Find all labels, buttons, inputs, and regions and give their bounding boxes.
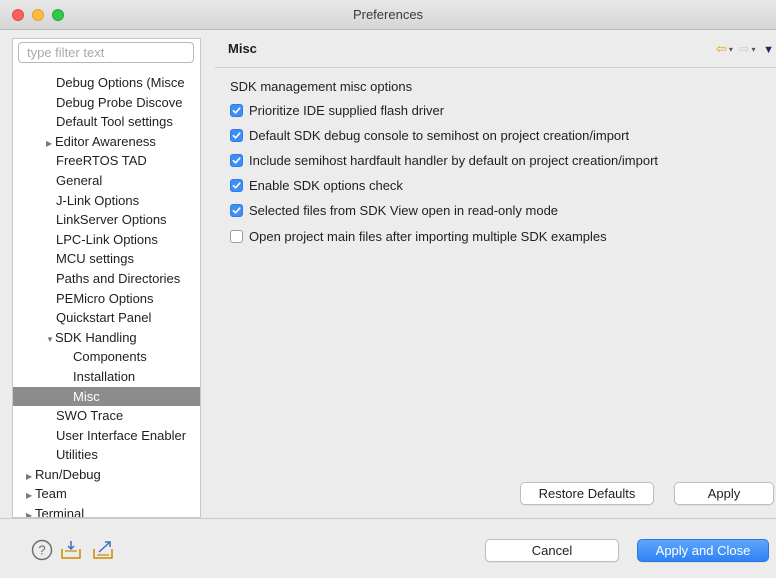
page-title: Misc [228, 41, 257, 56]
apply-and-close-button[interactable]: Apply and Close [637, 539, 769, 562]
tree-item-j-link-options[interactable]: J-Link Options [13, 191, 200, 211]
preference-tree-panel: Debug Options (Misce Debug Probe Discove D… [12, 38, 201, 518]
option-checkbox[interactable] [230, 179, 243, 193]
dialog-footer: ? Cancel Apply and Close [0, 518, 776, 578]
tree-item-linkserver-options[interactable]: LinkServer Options [13, 210, 200, 230]
preferences-window: Preferences Debug Options (Misce Debug Pr… [0, 0, 776, 578]
tree-item-default-tool-settings[interactable]: Default Tool settings [13, 112, 200, 132]
tree-item-label: Installation [73, 368, 136, 384]
tree-item-components[interactable]: Components [13, 347, 200, 367]
export-icon[interactable] [92, 539, 116, 564]
tree-item-terminal[interactable]: ▶ Terminal [13, 504, 200, 518]
svg-text:?: ? [38, 543, 45, 558]
tree-item-installation[interactable]: Installation [13, 367, 200, 387]
option-label: Enable SDK options check [249, 178, 403, 194]
option-label: Open project main files after importing … [249, 228, 607, 244]
tree-item-label: Debug Probe Discove [56, 94, 183, 110]
forward-dropdown-icon[interactable]: ▾ [751, 45, 755, 54]
option-label: Selected files from SDK View open in rea… [249, 203, 559, 219]
restore-defaults-button[interactable]: Restore Defaults [520, 482, 654, 505]
option-label: Prioritize IDE supplied flash driver [249, 102, 445, 118]
forward-arrow-icon[interactable]: ⇨ [739, 41, 750, 57]
window-title: Preferences [352, 7, 424, 22]
tree-item-pemicro-options[interactable]: PEMicro Options [13, 289, 200, 309]
tree-item-label: SDK Handling [55, 329, 137, 345]
tree-item-debug-probe-discove[interactable]: Debug Probe Discove [13, 93, 200, 113]
tree-item-utilities[interactable]: Utilities [13, 445, 200, 465]
tree-item-label: Run/Debug [35, 466, 101, 482]
preference-page: Misc ⇦ ▾ ⇨ ▾ ▼ SDK management misc options… [215, 30, 776, 518]
expand-arrow-closed-icon[interactable]: ▶ [46, 134, 55, 152]
tree-item-swo-trace[interactable]: SWO Trace [13, 406, 200, 426]
expand-arrow-closed-icon[interactable]: ▶ [26, 467, 35, 485]
page-navigation: ⇦ ▾ ⇨ ▾ ▼ [714, 41, 774, 57]
tree-item-label: Terminal [35, 506, 85, 518]
tree-item-label: FreeRTOS TAD [56, 153, 147, 169]
title-bar: Preferences [0, 0, 776, 30]
option-checkbox[interactable] [230, 229, 243, 243]
option-checkbox[interactable] [230, 103, 243, 117]
section-label: SDK management misc options [230, 79, 413, 94]
tree-item-mcu-settings[interactable]: MCU settings [13, 249, 200, 269]
tree-item-sdk-handling[interactable]: ▼SDK Handling [13, 328, 200, 348]
tree-item-label: PEMicro Options [56, 290, 154, 306]
page-header: Misc ⇦ ▾ ⇨ ▾ ▼ [215, 30, 776, 68]
tree-item-label: LinkServer Options [56, 212, 167, 228]
tree-item-label: J-Link Options [56, 192, 140, 208]
option-checkbox[interactable] [230, 204, 243, 218]
preference-tree: Debug Options (Misce Debug Probe Discove D… [13, 73, 200, 518]
tree-item-misc[interactable]: Misc [13, 386, 200, 407]
option-row[interactable]: Include semihost hardfault handler by de… [230, 151, 658, 169]
expand-arrow-closed-icon[interactable]: ▶ [26, 506, 35, 517]
option-label: Include semihost hardfault handler by de… [249, 152, 659, 168]
tree-item-team[interactable]: ▶ Team [13, 484, 200, 504]
help-icon[interactable]: ? [31, 539, 53, 564]
view-menu-icon[interactable]: ▼ [763, 44, 774, 56]
back-arrow-icon[interactable]: ⇦ [716, 41, 727, 57]
tree-item-label: Paths and Directories [56, 270, 181, 286]
expand-arrow-closed-icon[interactable]: ▶ [26, 486, 35, 504]
tree-item-label: Misc [73, 388, 100, 404]
option-label: Default SDK debug console to semihost on… [249, 127, 630, 143]
tree-item-label: Team [35, 486, 67, 502]
expand-arrow-open-icon[interactable]: ▼ [46, 330, 55, 348]
option-checkbox[interactable] [230, 128, 243, 142]
tree-item-label: Default Tool settings [56, 114, 173, 130]
filter-input[interactable] [18, 42, 194, 63]
option-row[interactable]: Enable SDK options check [230, 177, 403, 195]
tree-item-run-debug[interactable]: ▶ Run/Debug [13, 465, 200, 485]
option-checkbox[interactable] [230, 153, 243, 167]
tree-item-paths-and-directories[interactable]: Paths and Directories [13, 269, 200, 289]
tree-item-label: LPC-Link Options [56, 231, 158, 247]
tree-item-label: Debug Options (Misce [56, 75, 185, 90]
tree-item-quickstart-panel[interactable]: Quickstart Panel [13, 308, 200, 328]
tree-item-label: User Interface Enabler [56, 427, 187, 443]
import-icon[interactable] [60, 539, 84, 564]
option-row[interactable]: Open project main files after importing … [230, 227, 607, 245]
tree-item-freertos-tad[interactable]: FreeRTOS TAD [13, 151, 200, 171]
tree-item-label: General [56, 172, 103, 188]
tree-item-general[interactable]: General [13, 171, 200, 191]
tree-item-lpc-link-options[interactable]: LPC-Link Options [13, 230, 200, 250]
cancel-button[interactable]: Cancel [485, 539, 619, 562]
tree-item-label: Components [73, 349, 147, 365]
tree-item-label: Editor Awareness [55, 133, 156, 149]
tree-item-user-interface-enabler[interactable]: User Interface Enabler [13, 426, 200, 446]
apply-button[interactable]: Apply [674, 482, 774, 505]
option-row[interactable]: Default SDK debug console to semihost on… [230, 126, 629, 144]
tree-item-debug-options-misce[interactable]: Debug Options (Misce [13, 73, 200, 93]
tree-item-label: Quickstart Panel [56, 310, 152, 326]
tree-item-editor-awareness[interactable]: ▶ Editor Awareness [13, 132, 200, 152]
tree-item-label: SWO Trace [56, 408, 124, 424]
option-row[interactable]: Prioritize IDE supplied flash driver [230, 101, 444, 119]
back-dropdown-icon[interactable]: ▾ [729, 45, 733, 54]
tree-item-label: Utilities [56, 447, 98, 463]
tree-item-label: MCU settings [56, 251, 135, 267]
option-row[interactable]: Selected files from SDK View open in rea… [230, 202, 558, 220]
